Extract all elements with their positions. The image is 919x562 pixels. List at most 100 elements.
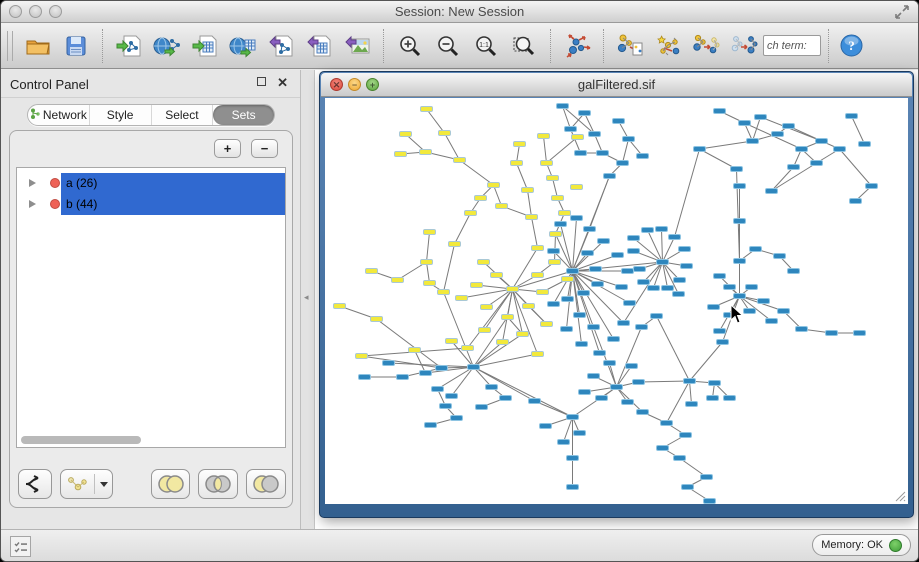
import-table-from-file-button[interactable]	[186, 28, 224, 64]
graph-node-blue[interactable]	[782, 123, 795, 129]
graph-node-blue[interactable]	[757, 298, 770, 304]
graph-node-yellow[interactable]	[391, 277, 404, 283]
graph-node-blue[interactable]	[647, 285, 660, 291]
graph-node-yellow[interactable]	[470, 282, 483, 288]
select-first-neighbors-button[interactable]	[649, 28, 687, 64]
graph-node-yellow[interactable]	[461, 345, 474, 351]
graph-node-blue[interactable]	[723, 284, 736, 290]
graph-node-blue[interactable]	[564, 126, 577, 132]
graph-node-yellow[interactable]	[474, 195, 487, 201]
graph-node-blue[interactable]	[733, 293, 746, 299]
graph-node-blue[interactable]	[573, 312, 586, 318]
graph-node-blue[interactable]	[681, 484, 694, 490]
graph-node-blue[interactable]	[588, 131, 601, 137]
graph-node-blue[interactable]	[746, 138, 759, 144]
graph-node-blue[interactable]	[738, 120, 751, 126]
graph-node-blue[interactable]	[655, 226, 668, 232]
graph-node-blue[interactable]	[560, 326, 573, 332]
expand-triangle-icon[interactable]	[29, 200, 36, 208]
import-table-from-web-button[interactable]	[224, 28, 262, 64]
graph-node-yellow[interactable]	[570, 184, 583, 190]
close-panel-icon[interactable]: ✕	[277, 75, 288, 91]
graph-node-yellow[interactable]	[448, 241, 461, 247]
difference-sets-button[interactable]	[246, 469, 286, 499]
graph-node-yellow[interactable]	[399, 131, 412, 137]
graph-node-blue[interactable]	[547, 248, 560, 254]
graph-node-blue[interactable]	[672, 291, 685, 297]
graph-node-blue[interactable]	[661, 285, 674, 291]
memory-status-button[interactable]: Memory: OK	[812, 534, 911, 556]
graph-node-blue[interactable]	[610, 384, 623, 390]
graph-node-blue[interactable]	[358, 374, 371, 380]
graph-node-blue[interactable]	[566, 414, 579, 420]
graph-node-blue[interactable]	[730, 166, 743, 172]
graph-node-blue[interactable]	[777, 308, 790, 314]
graph-node-blue[interactable]	[607, 336, 620, 342]
graph-node-blue[interactable]	[733, 218, 746, 224]
graph-node-blue[interactable]	[673, 455, 686, 461]
graph-node-blue[interactable]	[656, 259, 669, 265]
graph-node-blue[interactable]	[528, 398, 541, 404]
graph-node-yellow[interactable]	[521, 187, 534, 193]
graph-node-blue[interactable]	[745, 284, 758, 290]
float-panel-icon[interactable]	[257, 77, 266, 86]
graph-node-blue[interactable]	[641, 227, 654, 233]
graph-node-yellow[interactable]	[423, 229, 436, 235]
zoom-in-button[interactable]	[391, 28, 429, 64]
graph-node-blue[interactable]	[815, 138, 828, 144]
graph-node-blue[interactable]	[849, 198, 862, 204]
graph-node-blue[interactable]	[622, 136, 635, 142]
tab-select[interactable]: Select	[152, 105, 214, 125]
graph-node-blue[interactable]	[707, 304, 720, 310]
graph-node-yellow[interactable]	[477, 259, 490, 265]
graph-node-blue[interactable]	[865, 183, 878, 189]
network-window-titlebar[interactable]: ✕ − + galFiltered.sif	[321, 73, 912, 97]
graph-node-blue[interactable]	[596, 150, 609, 156]
graph-node-yellow[interactable]	[561, 276, 574, 282]
save-session-button[interactable]	[57, 28, 95, 64]
graph-node-yellow[interactable]	[531, 351, 544, 357]
graph-node-yellow[interactable]	[522, 303, 535, 309]
remove-set-button[interactable]: −	[251, 139, 278, 158]
graph-node-yellow[interactable]	[516, 331, 529, 337]
graph-node-yellow[interactable]	[549, 231, 562, 237]
set-row-a[interactable]: a (26)	[17, 173, 285, 194]
graph-node-blue[interactable]	[810, 160, 823, 166]
graph-node-yellow[interactable]	[365, 268, 378, 274]
graph-node-yellow[interactable]	[525, 214, 538, 220]
scrollbar-thumb[interactable]	[21, 436, 141, 444]
graph-node-blue[interactable]	[733, 258, 746, 264]
graph-node-yellow[interactable]	[540, 160, 553, 166]
graph-node-blue[interactable]	[573, 430, 586, 436]
graph-node-blue[interactable]	[685, 401, 698, 407]
graph-node-blue[interactable]	[625, 363, 638, 369]
create-set-menu-button[interactable]	[60, 469, 112, 499]
graph-node-blue[interactable]	[581, 250, 594, 256]
graph-node-blue[interactable]	[547, 301, 560, 307]
graph-node-blue[interactable]	[450, 415, 463, 421]
panel-splitter[interactable]: ◂	[301, 70, 315, 529]
graph-node-blue[interactable]	[578, 110, 591, 116]
horizontal-scrollbar[interactable]	[21, 436, 281, 444]
set-row-b[interactable]: b (44)	[17, 194, 285, 215]
graph-node-blue[interactable]	[765, 318, 778, 324]
graph-node-yellow[interactable]	[394, 151, 407, 157]
graph-node-yellow[interactable]	[495, 203, 508, 209]
graph-node-yellow[interactable]	[496, 339, 509, 345]
sets-list[interactable]: a (26) b (44)	[16, 167, 286, 448]
graph-node-blue[interactable]	[693, 146, 706, 152]
graph-node-blue[interactable]	[787, 268, 800, 274]
graph-node-blue[interactable]	[825, 330, 838, 336]
union-sets-button[interactable]	[151, 469, 191, 499]
graph-node-blue[interactable]	[570, 215, 583, 221]
graph-node-blue[interactable]	[475, 404, 488, 410]
graph-node-blue[interactable]	[673, 277, 686, 283]
import-network-from-file-button[interactable]	[110, 28, 148, 64]
graph-node-yellow[interactable]	[464, 210, 477, 216]
graph-node-yellow[interactable]	[333, 303, 346, 309]
graph-node-blue[interactable]	[713, 273, 726, 279]
graph-node-blue[interactable]	[743, 308, 756, 314]
new-network-from-selection-button[interactable]	[611, 28, 649, 64]
fullscreen-icon[interactable]	[894, 4, 910, 20]
graph-node-blue[interactable]	[578, 389, 591, 395]
